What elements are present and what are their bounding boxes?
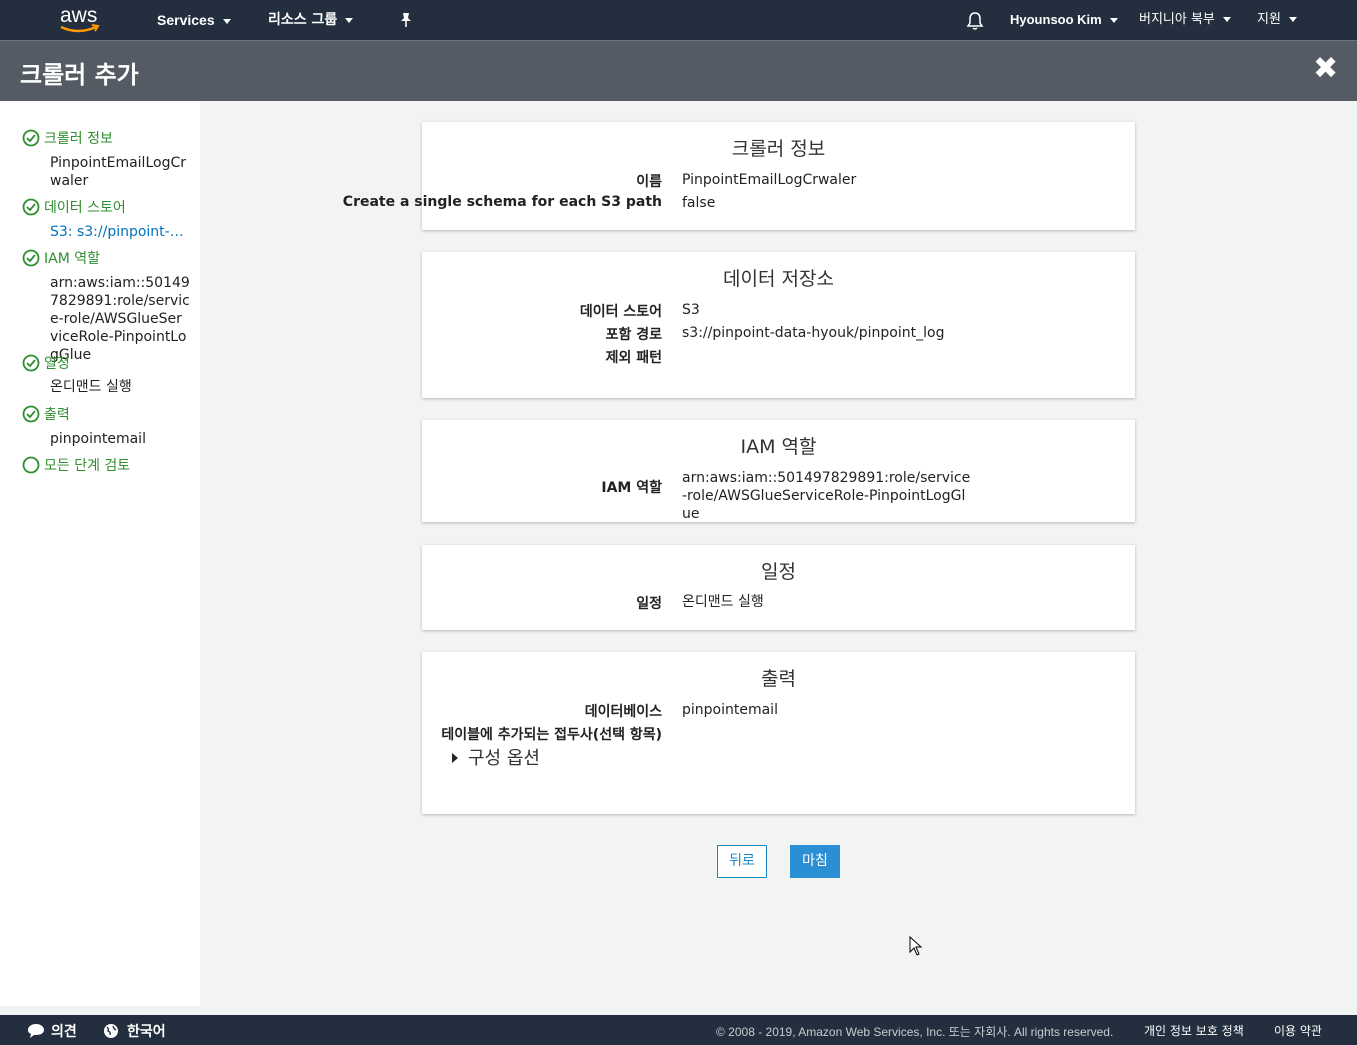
back-button[interactable]: 뒤로	[717, 845, 767, 878]
step-label: IAM 역할	[44, 251, 100, 267]
step-iam-role[interactable]: IAM 역할	[22, 248, 100, 268]
step-output[interactable]: 출력	[22, 404, 70, 424]
bell-icon[interactable]	[966, 11, 984, 31]
services-label: Services	[157, 12, 215, 28]
copyright-text: © 2008 - 2019, Amazon Web Services, Inc.…	[716, 1025, 1114, 1039]
step-label: 모든 단계 검토	[44, 458, 131, 474]
chevron-down-icon	[1288, 17, 1297, 22]
database-value: pinpointemail	[682, 702, 778, 718]
close-icon[interactable]: ✖	[1313, 54, 1338, 84]
data-store-value: S3	[682, 302, 700, 318]
footer: 의견 한국어 © 2008 - 2019, Amazon Web Service…	[0, 1015, 1357, 1045]
step-crawler-info[interactable]: 크롤러 정보	[22, 128, 113, 148]
card-title: IAM 역할	[740, 436, 817, 458]
step-value-link[interactable]: S3: s3://pinpoint-data-hyouk/pinpoint_lo…	[50, 223, 190, 241]
name-label: 이름	[636, 174, 662, 190]
globe-icon	[104, 1023, 118, 1038]
check-circle-icon	[22, 198, 40, 215]
services-menu[interactable]: Services	[157, 11, 231, 31]
table-prefix-label: 테이블에 추가되는 접두사(선택 항목)	[441, 727, 662, 743]
user-name: Hyounsoo Kim	[1010, 12, 1102, 27]
caret-right-icon	[452, 752, 458, 763]
card-title: 데이터 저장소	[723, 268, 834, 290]
check-circle-icon	[22, 405, 40, 422]
resource-groups-label: 리소스 그룹	[268, 12, 338, 28]
card-title: 출력	[761, 668, 796, 690]
region-menu[interactable]: 버지니아 북부	[1139, 11, 1231, 31]
step-label: 출력	[44, 407, 70, 423]
configuration-options-toggle[interactable]: 구성 옵션	[452, 744, 540, 770]
schedule-card: 일정 일정 온디맨드 실행	[422, 545, 1135, 630]
schedule-value: 온디맨드 실행	[682, 594, 764, 610]
step-value: pinpointemail	[50, 431, 146, 447]
chevron-down-icon	[1109, 18, 1118, 24]
support-label: 지원	[1257, 12, 1281, 27]
step-label: 데이터 스토어	[44, 200, 126, 216]
check-circle-icon	[22, 354, 40, 371]
schedule-label: 일정	[636, 596, 662, 612]
language-selector[interactable]: 한국어	[103, 1021, 166, 1041]
step-label: 일정	[44, 356, 70, 372]
wizard-sidebar: 크롤러 정보 PinpointEmailLogCrwaler 데이터 스토어 S…	[0, 101, 200, 1006]
chevron-down-icon	[222, 18, 231, 24]
exclude-pattern-label: 제외 패턴	[605, 350, 662, 366]
data-store-card: 데이터 저장소 데이터 스토어 S3 포함 경로 s3://pinpoint-d…	[422, 252, 1135, 398]
aws-smile-icon	[60, 24, 100, 33]
language-label: 한국어	[127, 1024, 166, 1040]
step-value: PinpointEmailLogCrwaler	[50, 155, 186, 189]
terms-of-use-link[interactable]: 이용 약관	[1274, 1022, 1322, 1039]
card-title: 크롤러 정보	[731, 138, 826, 160]
include-path-value: s3://pinpoint-data-hyouk/pinpoint_log	[682, 325, 945, 341]
speech-bubble-icon	[28, 1023, 44, 1038]
feedback-label: 의견	[51, 1024, 77, 1040]
region-label: 버지니아 북부	[1139, 12, 1215, 27]
include-path-label: 포함 경로	[605, 327, 662, 343]
step-review[interactable]: 모든 단계 검토	[22, 455, 130, 475]
feedback-link[interactable]: 의견	[27, 1021, 77, 1041]
page-title: 크롤러 추가	[20, 61, 139, 89]
pushpin-icon[interactable]	[399, 12, 413, 32]
page-header: 크롤러 추가 ✖	[0, 40, 1357, 101]
privacy-policy-link[interactable]: 개인 정보 보호 정책	[1144, 1022, 1244, 1039]
top-navigation: aws Services 리소스 그룹 Hyounsoo Kim 버지니아 북부…	[0, 0, 1357, 40]
database-label: 데이터베이스	[584, 704, 662, 720]
card-title: 일정	[761, 561, 796, 583]
step-label: 크롤러 정보	[44, 131, 113, 147]
name-value: PinpointEmailLogCrwaler	[682, 172, 857, 188]
iam-role-value: arn:aws:iam::501497829891:role/service-r…	[682, 470, 971, 522]
support-menu[interactable]: 지원	[1257, 11, 1297, 31]
finish-button[interactable]: 마침	[790, 845, 840, 878]
resource-groups-menu[interactable]: 리소스 그룹	[268, 11, 354, 31]
schema-value: false	[682, 195, 716, 211]
chevron-down-icon	[345, 17, 354, 23]
step-value: arn:aws:iam::501497829891:role/service-r…	[50, 275, 190, 363]
user-menu[interactable]: Hyounsoo Kim	[1010, 11, 1118, 31]
aws-logo[interactable]: aws	[58, 4, 104, 36]
step-data-store[interactable]: 데이터 스토어	[22, 197, 126, 217]
schema-label: Create a single schema for each S3 path	[342, 194, 662, 210]
step-value: 온디맨드 실행	[50, 379, 132, 395]
chevron-down-icon	[1222, 17, 1231, 22]
data-store-label: 데이터 스토어	[579, 304, 662, 320]
check-circle-icon	[22, 129, 40, 146]
crawler-info-card: 크롤러 정보 이름 PinpointEmailLogCrwaler Create…	[343, 122, 1135, 230]
output-card: 출력 데이터베이스 pinpointemail 테이블에 추가되는 접두사(선택…	[422, 652, 1135, 814]
step-schedule[interactable]: 일정	[22, 353, 70, 373]
mouse-pointer-icon	[909, 935, 923, 961]
check-circle-icon	[22, 249, 40, 266]
empty-circle-icon	[22, 456, 40, 473]
iam-role-card: IAM 역할 IAM 역할 arn:aws:iam::501497829891:…	[422, 420, 1135, 522]
iam-role-label: IAM 역할	[601, 480, 662, 496]
configuration-options-label: 구성 옵션	[468, 748, 540, 769]
